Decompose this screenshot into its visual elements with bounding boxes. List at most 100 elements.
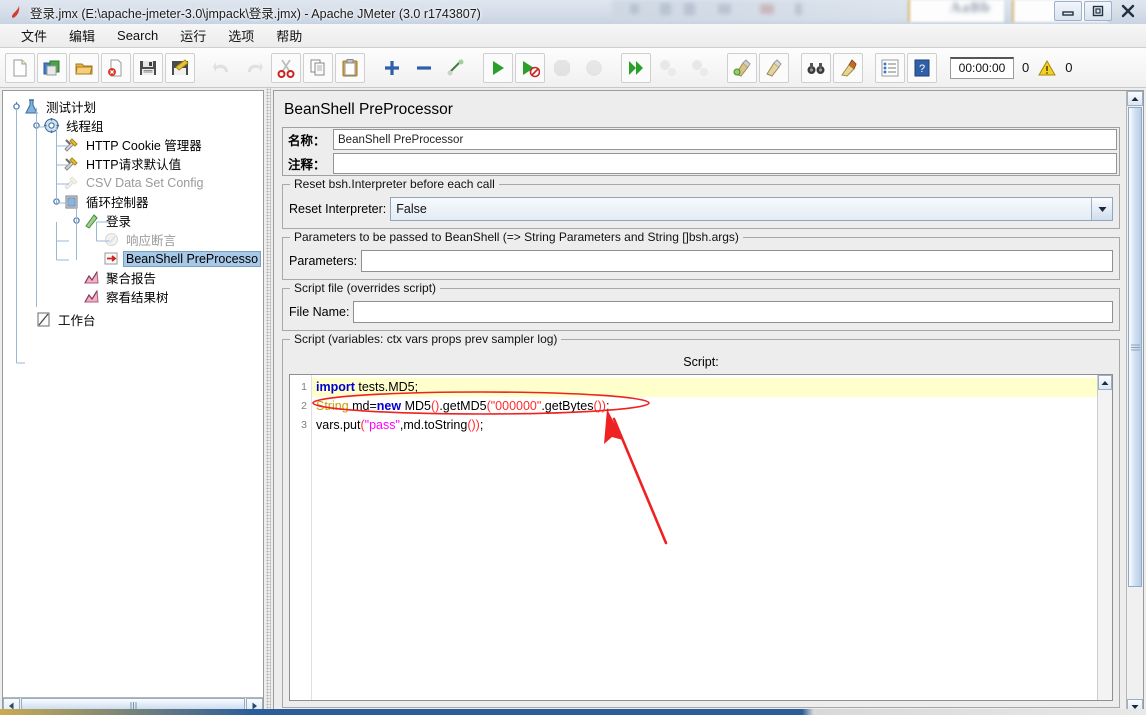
- warning-count: 0: [1022, 60, 1030, 75]
- filename-row: File Name:: [289, 301, 1113, 323]
- collapse-all-button[interactable]: [409, 53, 439, 83]
- scroll-grip-icon: [1130, 344, 1140, 350]
- loop-controller-icon: [65, 195, 78, 209]
- tree-node-test-plan[interactable]: 测试计划: [3, 97, 263, 116]
- menu-item-edit[interactable]: 编辑: [58, 24, 106, 47]
- expand-handle-icon[interactable]: [51, 196, 62, 207]
- search-reset-button[interactable]: [833, 52, 863, 83]
- clear-all-button[interactable]: [759, 52, 789, 83]
- copy-button[interactable]: [303, 52, 333, 83]
- script-group: Script (variables: ctx vars props prev s…: [282, 332, 1120, 708]
- tree-node-label: 循环控制器: [86, 196, 149, 210]
- code-token: String: [316, 399, 349, 413]
- minimize-button[interactable]: [1054, 1, 1082, 21]
- tree-node-loop-controller[interactable]: 循环控制器: [3, 192, 263, 211]
- shutdown-remote-all-button[interactable]: [685, 53, 715, 83]
- vertical-scroll-thumb[interactable]: [1128, 107, 1142, 587]
- cut-button[interactable]: [271, 52, 301, 83]
- comment-input[interactable]: [333, 153, 1117, 174]
- vertical-scroll-track[interactable]: [1127, 588, 1143, 699]
- tree-node-label: HTTP请求默认值: [86, 158, 182, 172]
- redo-button[interactable]: [239, 53, 269, 83]
- config-wrench-icon: [64, 176, 78, 190]
- open-button[interactable]: [69, 52, 99, 83]
- stop-remote-all-button[interactable]: [653, 53, 683, 83]
- window-title: 登录.jmx (E:\apache-jmeter-3.0\jmpack\登录.j…: [30, 6, 481, 21]
- save-as-button[interactable]: [165, 52, 195, 83]
- parameters-input[interactable]: [361, 250, 1113, 272]
- title-bar: 登录.jmx (E:\apache-jmeter-3.0\jmpack\登录.j…: [0, 0, 1146, 24]
- warning-triangle-icon[interactable]: [1037, 59, 1057, 77]
- file-name-input[interactable]: [353, 301, 1113, 323]
- function-helper-button[interactable]: [875, 52, 905, 83]
- tree-node-thread-group[interactable]: 线程组: [3, 116, 263, 135]
- menu-item-help[interactable]: 帮助: [265, 24, 313, 47]
- reset-interpreter-label: Reset Interpreter:: [289, 202, 387, 216]
- code-line[interactable]: import tests.MD5;: [312, 378, 1097, 397]
- config-panel-inner: BeanShell PreProcessor 名称： BeanShell Pre…: [274, 91, 1126, 714]
- tree-node-aggregate-report[interactable]: 聚合报告: [3, 268, 263, 287]
- panel-vertical-scrollbar[interactable]: [1126, 91, 1143, 714]
- tree-node-http-request-defaults[interactable]: HTTP请求默认值: [3, 154, 263, 173]
- menu-item-run[interactable]: 运行: [169, 24, 217, 47]
- name-label: 名称：: [288, 134, 326, 148]
- tree-node-csv-data-set-config[interactable]: CSV Data Set Config: [3, 173, 263, 192]
- expand-handle-icon[interactable]: [31, 120, 42, 131]
- tree-node-response-assertion[interactable]: 响应断言: [3, 230, 263, 249]
- clear-button[interactable]: [727, 52, 757, 83]
- reset-interpreter-select[interactable]: False: [390, 197, 1113, 221]
- tree-node-label: 线程组: [66, 120, 104, 134]
- save-button[interactable]: [133, 52, 163, 83]
- jmeter-logo-icon: [12, 6, 20, 18]
- help-button[interactable]: ?: [907, 52, 937, 83]
- code-token: MD5: [401, 399, 431, 413]
- start-button[interactable]: [483, 52, 513, 83]
- menu-item-file[interactable]: 文件: [10, 24, 58, 47]
- tree-node-http-cookie-manager[interactable]: HTTP Cookie 管理器: [3, 135, 263, 154]
- stop-button[interactable]: [547, 53, 577, 83]
- start-no-pauses-button[interactable]: [515, 52, 545, 83]
- script-file-group: Script file (overrides script) File Name…: [282, 281, 1120, 331]
- start-remote-all-button[interactable]: [621, 52, 651, 83]
- name-input[interactable]: BeanShell PreProcessor: [333, 129, 1117, 150]
- tree-node-workbench[interactable]: 工作台: [3, 310, 263, 329]
- new-button[interactable]: [5, 52, 35, 83]
- toggle-button[interactable]: [441, 53, 471, 83]
- code-line[interactable]: vars.put("pass",md.toString());: [312, 416, 1097, 435]
- chevron-down-icon[interactable]: [1091, 198, 1112, 220]
- editor-vertical-scrollbar[interactable]: [1097, 375, 1112, 700]
- tree-node-view-results-tree[interactable]: 察看结果树: [3, 287, 263, 306]
- scroll-up-arrow[interactable]: [1098, 375, 1112, 390]
- splitter-grip-icon: [266, 88, 271, 715]
- line-number-gutter: 1 2 3: [290, 375, 312, 700]
- tree-body[interactable]: 测试计划 线程组 HTTP Cookie 管理器 HTTP请求默认值 CSV D…: [3, 91, 263, 697]
- code-token: ;: [605, 399, 610, 413]
- close-document-button[interactable]: [101, 52, 131, 83]
- tree-node-beanshell-preprocessor[interactable]: BeanShell PreProcesso: [3, 249, 263, 268]
- expand-handle-icon[interactable]: [11, 101, 22, 112]
- search-button[interactable]: [801, 52, 831, 83]
- menu-item-options[interactable]: 选项: [217, 24, 265, 47]
- scroll-up-arrow[interactable]: [1127, 91, 1143, 106]
- templates-button[interactable]: [37, 52, 67, 83]
- code-token: tests.MD5;: [354, 380, 419, 394]
- undo-button[interactable]: [207, 53, 237, 83]
- test-plan-tree-panel: 测试计划 线程组 HTTP Cookie 管理器 HTTP请求默认值 CSV D…: [2, 90, 264, 715]
- expand-handle-icon[interactable]: [71, 215, 82, 226]
- close-button[interactable]: [1114, 1, 1142, 21]
- code-line[interactable]: String md=new MD5().getMD5("000000".getB…: [312, 397, 1097, 416]
- pane-splitter[interactable]: [264, 88, 273, 715]
- tree-node-login-sampler[interactable]: 登录: [3, 211, 263, 230]
- window-controls: [1054, 1, 1142, 21]
- paste-button[interactable]: [335, 52, 365, 83]
- code-area[interactable]: import tests.MD5; String md=new MD5().ge…: [312, 375, 1097, 700]
- menu-item-search[interactable]: Search: [106, 26, 169, 45]
- tree-branch-line: [71, 291, 82, 302]
- script-caption: Script:: [683, 355, 719, 369]
- expand-all-button[interactable]: [377, 53, 407, 83]
- script-editor[interactable]: 1 2 3 import tests.MD5; String md=new MD…: [289, 374, 1113, 701]
- listener-chart-icon: [84, 270, 99, 284]
- maximize-button[interactable]: [1084, 1, 1112, 21]
- shutdown-button[interactable]: [579, 53, 609, 83]
- tree-branch-line: [51, 158, 62, 169]
